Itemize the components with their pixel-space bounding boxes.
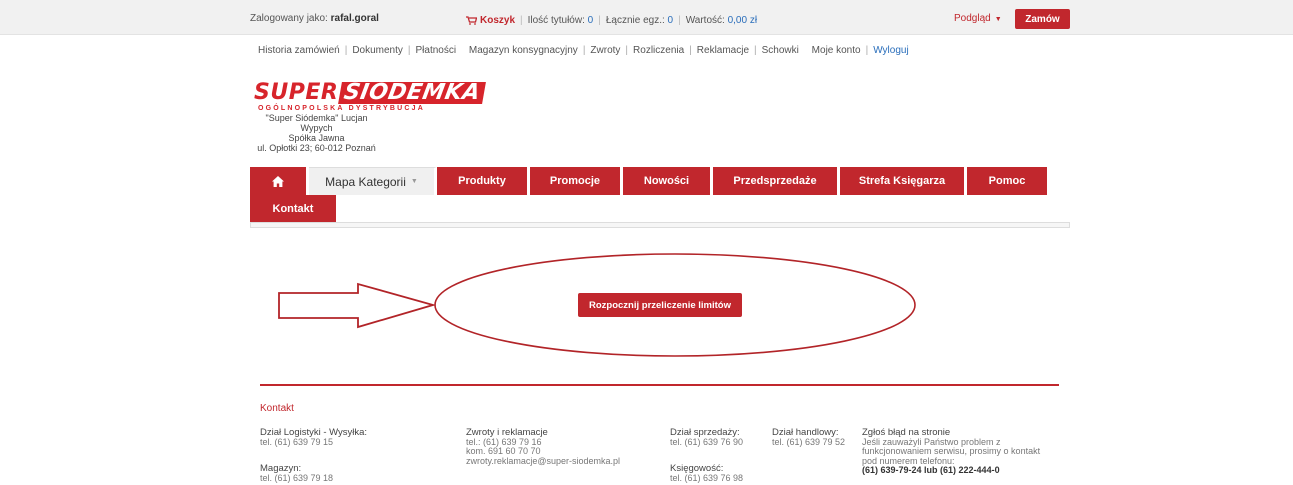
cart-link[interactable]: Koszyk — [466, 15, 515, 26]
returns-email[interactable]: zwroty.reklamacje@super-siodemka.pl — [466, 456, 620, 467]
tab-category-map[interactable]: Mapa Kategorii ▼ — [309, 167, 437, 195]
warehouse-phone: tel. (61) 639 79 18 — [260, 472, 334, 483]
titles-value: 0 — [587, 15, 594, 26]
nav-payments[interactable]: Płatności — [416, 45, 457, 56]
company-street: ul. Opłotki 23; 60-012 Poznań — [257, 143, 376, 153]
tab-bookseller-zone[interactable]: Strefa Księgarza — [840, 167, 967, 195]
tab-presales[interactable]: Przedsprzedaże — [713, 167, 840, 195]
account-nav: Historia zamówień | Dokumenty | Płatności … — [258, 45, 909, 56]
copies-value: 0 — [667, 15, 674, 26]
logged-in-info: Zalogowany jako: rafal.goral — [250, 13, 379, 24]
nav-returns[interactable]: Zwroty — [590, 45, 620, 56]
value-label: Wartość: — [685, 15, 725, 26]
nav-order-history[interactable]: Historia zamówień — [258, 45, 340, 56]
tab-products[interactable]: Produkty — [437, 167, 530, 195]
footer-col-trade: Dział handlowy: tel. (61) 639 79 52 — [772, 428, 845, 447]
value-amount: 0,00 zł — [727, 15, 758, 26]
logistics-phone: tel. (61) 639 79 15 — [260, 436, 334, 447]
preview-dropdown[interactable]: Podgląd ▼ — [954, 13, 1002, 24]
copies-label: Łącznie egz.: — [605, 15, 665, 26]
nav-documents[interactable]: Dokumenty — [352, 45, 403, 56]
tab-contact[interactable]: Kontakt — [250, 195, 336, 222]
chevron-down-icon: ▼ — [410, 178, 418, 185]
company-address: "Super Siódemka" Lucjan Wypych Spółka Ja… — [250, 113, 383, 153]
tab-category-map-label: Mapa Kategorii — [325, 174, 406, 189]
nav-complaints[interactable]: Reklamacje — [697, 45, 749, 56]
tab-new[interactable]: Nowości — [623, 167, 713, 195]
logo-tagline: OGÓLNOPOLSKA DYSTRYBUCJA — [258, 105, 426, 112]
sales-phone: tel. (61) 639 76 90 — [670, 436, 744, 447]
logo-part-siodemka: SIÓDEMKA — [338, 80, 487, 105]
logged-in-label: Zalogowany jako: — [250, 13, 328, 24]
annotation-overlay — [278, 253, 916, 357]
footer-col-sales: Dział sprzedaży: tel. (61) 639 76 90 Ksi… — [670, 428, 743, 483]
caret-down-icon: ▼ — [994, 16, 1002, 23]
tab-home[interactable] — [250, 167, 309, 195]
nav-storage[interactable]: Schowki — [762, 45, 799, 56]
tab-promotions[interactable]: Promocje — [530, 167, 623, 195]
footer-col-report-error: Zgłoś błąd na stronie Jeśli zauważyli Pa… — [862, 428, 1057, 476]
nav-my-account[interactable]: Moje konto — [812, 45, 861, 56]
footer-col-returns: Zwroty i reklamacje tel.: (61) 639 79 16… — [466, 428, 620, 466]
titles-label: Ilość tytułów: — [527, 15, 585, 26]
nav-consignment-warehouse[interactable]: Magazyn konsygnacyjny — [469, 45, 578, 56]
preview-label: Podgląd — [954, 13, 991, 24]
trade-phone: tel. (61) 639 79 52 — [772, 436, 846, 447]
order-button[interactable]: Zamów — [1015, 9, 1070, 29]
footer-col-logistics: Dział Logistyki - Wysyłka: tel. (61) 639… — [260, 428, 367, 483]
company-name: "Super Siódemka" Lucjan Wypych — [265, 113, 368, 133]
nav-settlements[interactable]: Rozliczenia — [633, 45, 684, 56]
site-logo[interactable]: SUPER SIÓDEMKA OGÓLNOPOLSKA DYSTRYBUCJA — [254, 80, 487, 112]
nav-logout[interactable]: Wyloguj — [873, 45, 908, 56]
home-icon — [272, 175, 284, 187]
accounting-phone: tel. (61) 639 76 98 — [670, 472, 744, 483]
footer-divider — [260, 384, 1059, 386]
tab-help[interactable]: Pomoc — [967, 167, 1047, 195]
top-bar: Zalogowany jako: rafal.goral Koszyk | Il… — [0, 0, 1293, 35]
footer-title: Kontakt — [260, 403, 294, 414]
username: rafal.goral — [330, 13, 379, 24]
annotation-arrow — [278, 282, 437, 329]
cart-summary: Koszyk | Ilość tytułów: 0 | Łącznie egz.… — [466, 15, 757, 26]
start-limit-recalculation-button[interactable]: Rozpocznij przeliczenie limitów — [578, 293, 742, 317]
menu-divider — [250, 222, 1070, 228]
cart-label: Koszyk — [480, 15, 516, 26]
main-menu: Mapa Kategorii ▼ Produkty Promocje Nowośc… — [250, 167, 1047, 195]
cart-icon — [466, 16, 477, 25]
report-error-phone: (61) 639-79-24 lub (61) 222-444-0 — [862, 465, 1000, 475]
logo-part-super: SUPER — [254, 80, 339, 105]
company-type: Spółka Jawna — [288, 133, 345, 143]
